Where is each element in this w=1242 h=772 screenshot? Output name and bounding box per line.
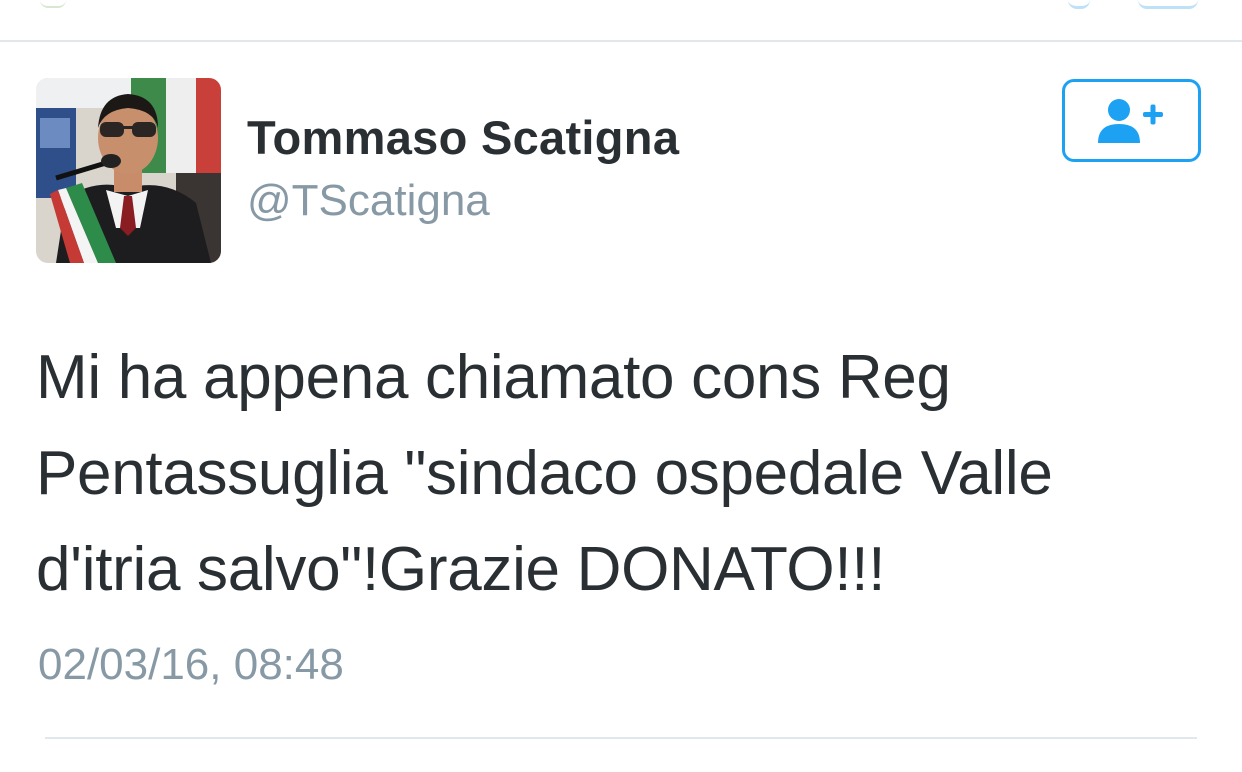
add-user-icon <box>1097 98 1163 143</box>
divider <box>0 40 1242 42</box>
follow-button[interactable] <box>1062 79 1201 162</box>
top-bar-remnant <box>0 0 1242 40</box>
timestamp: 02/03/16, 08:48 <box>38 640 344 689</box>
tweet-text: Mi ha appena chiamato cons Reg Pentassug… <box>36 330 1216 618</box>
tweet-text-line: Pentassuglia "sindaco ospedale Valle <box>36 439 1053 508</box>
cropped-icon-left <box>40 0 66 8</box>
tweet-text-line: d'itria salvo"!Grazie DONATO!!! <box>36 535 886 604</box>
avatar[interactable] <box>36 78 221 263</box>
profile-photo-icon <box>36 78 221 263</box>
cropped-icons-right <box>1060 0 1200 9</box>
display-name[interactable]: Tommaso Scatigna <box>247 110 679 165</box>
screen-name[interactable]: @TScatigna <box>247 176 490 226</box>
divider <box>45 737 1197 739</box>
tweet-text-line: Mi ha appena chiamato cons Reg <box>36 343 951 412</box>
